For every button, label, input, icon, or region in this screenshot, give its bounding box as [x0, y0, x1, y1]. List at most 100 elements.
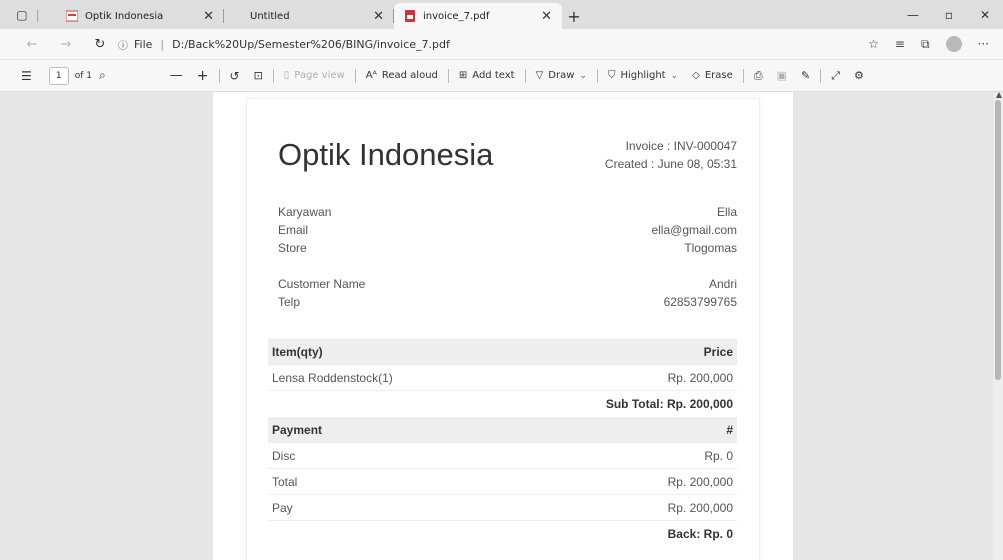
- page-view-label: Page view: [294, 70, 345, 81]
- info-label: Store: [278, 241, 307, 255]
- eraser-icon: ◇: [692, 70, 700, 81]
- favorite-star-icon[interactable]: ☆: [868, 37, 879, 51]
- tab-title: Untitled: [250, 10, 290, 22]
- info-label: Karyawan: [278, 205, 332, 219]
- avatar[interactable]: [945, 36, 962, 52]
- read-aloud-label: Read aloud: [381, 70, 438, 81]
- payment-label: Disc: [272, 448, 296, 463]
- read-aloud-button[interactable]: Aᴬ Read aloud: [359, 64, 445, 88]
- address-bar-actions: ☆ ≡ ⧉ ···: [868, 36, 1003, 52]
- pdf-page: Optik Indonesia Invoice : INV-000047 Cre…: [213, 92, 793, 560]
- collections-icon[interactable]: ⧉: [921, 37, 930, 52]
- info-row: Customer Name Andri: [278, 275, 737, 293]
- divider: [820, 68, 822, 83]
- divider: [596, 68, 598, 83]
- refresh-icon[interactable]: ↻: [88, 37, 112, 52]
- search-icon[interactable]: ⌕: [92, 64, 113, 88]
- window-controls: — ▫ ✕: [895, 0, 1003, 29]
- customer-info: Customer Name Andri Telp 62853799765: [278, 275, 737, 311]
- add-text-button[interactable]: ⊞ Add text: [452, 64, 522, 88]
- invoice-number: Invoice : INV-000047: [625, 139, 737, 153]
- info-row: Email ella@gmail.com: [278, 221, 737, 239]
- tab-actions: ▢ |: [0, 0, 56, 29]
- page-number-input[interactable]: 1: [48, 66, 69, 85]
- table-row: Lensa Roddenstock(1) Rp. 200,000: [268, 365, 737, 391]
- back-arrow-icon[interactable]: ←: [20, 37, 44, 52]
- minimize-icon[interactable]: —: [895, 8, 931, 22]
- created-date: Created : June 08, 05:31: [604, 157, 737, 171]
- column-header: #: [726, 423, 733, 437]
- invoice-table: Item(qty) Price Lensa Roddenstock(1) Rp.…: [268, 339, 737, 547]
- chevron-down-icon[interactable]: ⌄: [671, 71, 679, 81]
- table-row: Pay Rp. 200,000: [268, 495, 737, 521]
- forward-arrow-icon[interactable]: →: [54, 37, 78, 52]
- scrollbar-thumb[interactable]: [995, 100, 1001, 380]
- tab-actions-icon[interactable]: ▢: [16, 8, 27, 22]
- pdf-toolbar: ☰ 1 of 1 ⌕ — + ↺ ⊡ ▯ Page view Aᴬ Read a…: [0, 60, 1003, 92]
- table-row: Disc Rp. 0: [268, 443, 737, 469]
- tab-untitled[interactable]: Untitled ✕: [224, 3, 394, 29]
- draw-label: Draw: [548, 70, 575, 81]
- payment-value: Rp. 0: [704, 448, 733, 463]
- info-row: Telp 62853799765: [278, 293, 737, 311]
- divider: [218, 68, 220, 83]
- highlight-button[interactable]: ⛉ Highlight ⌄: [601, 64, 685, 88]
- fullscreen-icon[interactable]: ⤢: [824, 64, 847, 88]
- payment-label: Total: [272, 474, 298, 489]
- info-row: Karyawan Ella: [278, 203, 737, 221]
- close-window-icon[interactable]: ✕: [967, 8, 1003, 22]
- invoice-card: Optik Indonesia Invoice : INV-000047 Cre…: [246, 98, 760, 560]
- highlight-label: Highlight: [620, 70, 666, 81]
- info-value: 62853799765: [663, 295, 737, 309]
- highlight-icon: ⛉: [607, 70, 616, 81]
- erase-button[interactable]: ◇ Erase: [685, 64, 740, 88]
- divider: [742, 68, 744, 83]
- draw-button[interactable]: ▽ Draw ⌄: [529, 64, 594, 88]
- zoom-in-icon[interactable]: +: [190, 64, 216, 88]
- rotate-icon[interactable]: ↺: [223, 64, 247, 88]
- column-header: Price: [703, 345, 733, 359]
- info-label: Telp: [278, 295, 301, 309]
- favorites-list-icon[interactable]: ≡: [895, 37, 905, 51]
- fit-page-icon[interactable]: ⊡: [247, 64, 270, 88]
- divider: [354, 68, 356, 83]
- save-icon[interactable]: ▣: [770, 64, 794, 88]
- tab-optik-indonesia[interactable]: Optik Indonesia ✕: [56, 3, 224, 29]
- vertical-scrollbar[interactable]: ▲: [993, 92, 1003, 560]
- restore-icon[interactable]: ▫: [931, 8, 967, 22]
- info-value: ella@gmail.com: [651, 223, 737, 237]
- url-field[interactable]: ⓘ File | D:/Back%20Up/Semester%206/BING/…: [118, 37, 450, 52]
- print-icon[interactable]: ⎙: [747, 64, 770, 88]
- info-row: Store Tlogomas: [278, 239, 737, 257]
- divider: [524, 68, 526, 83]
- page-total: of 1: [74, 70, 93, 81]
- add-text-icon: ⊞: [458, 70, 468, 81]
- new-tab-button[interactable]: +: [562, 3, 586, 29]
- table-row: Total Rp. 200,000: [268, 469, 737, 495]
- info-label: Customer Name: [278, 277, 366, 291]
- more-options-icon[interactable]: ···: [978, 37, 989, 51]
- divider: [447, 68, 449, 83]
- close-icon[interactable]: ✕: [541, 9, 552, 24]
- scroll-up-icon[interactable]: ▲: [996, 92, 1002, 99]
- tab-invoice-pdf[interactable]: invoice_7.pdf ✕: [394, 3, 562, 29]
- divider: |: [35, 7, 40, 22]
- close-icon[interactable]: ✕: [373, 9, 384, 24]
- zoom-out-icon[interactable]: —: [163, 64, 190, 88]
- chevron-down-icon[interactable]: ⌄: [579, 71, 587, 81]
- payment-value: Rp. 200,000: [667, 500, 733, 515]
- pdf-viewer: Optik Indonesia Invoice : INV-000047 Cre…: [0, 92, 1003, 560]
- info-value: Andri: [708, 277, 737, 291]
- invoice-meta: Invoice : INV-000047 Created : June 08, …: [605, 137, 737, 173]
- staff-info: Karyawan Ella Email ella@gmail.com Store…: [278, 203, 737, 257]
- settings-gear-icon[interactable]: ⚙: [847, 64, 871, 88]
- info-icon[interactable]: ⓘ: [118, 37, 128, 52]
- info-value: Tlogomas: [684, 241, 737, 255]
- subtotal-row: Sub Total: Rp. 200,000: [268, 391, 737, 417]
- url-scheme-label: File: [134, 37, 153, 51]
- save-as-icon[interactable]: ✎: [794, 64, 817, 88]
- contents-icon[interactable]: ☰: [14, 64, 39, 88]
- page-view-button[interactable]: ▯ Page view: [277, 64, 352, 88]
- page-view-icon: ▯: [283, 70, 290, 81]
- close-icon[interactable]: ✕: [203, 9, 214, 24]
